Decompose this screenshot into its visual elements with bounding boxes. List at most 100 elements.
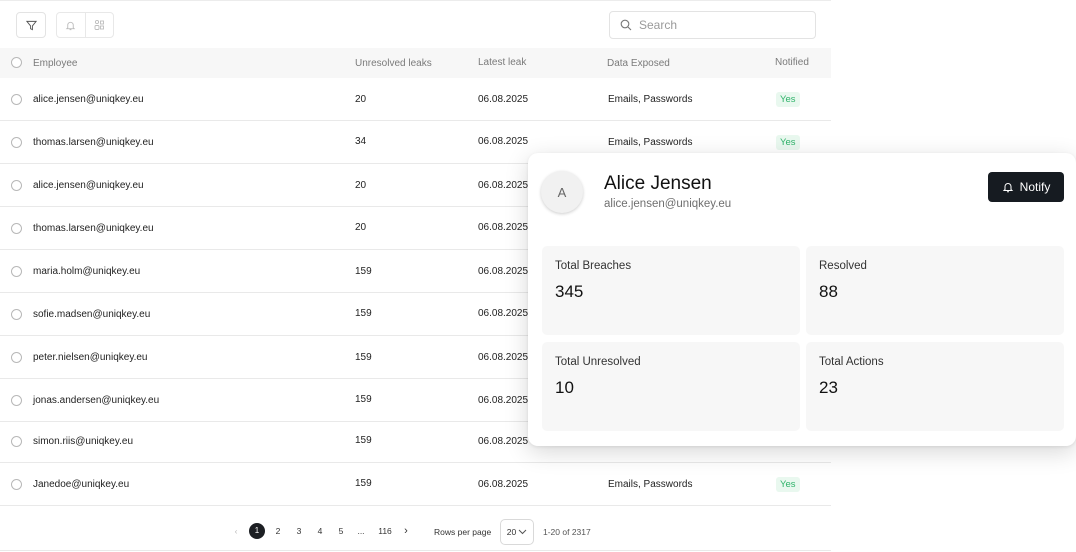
action-button-group [56, 12, 114, 38]
stat-total-unresolved: Total Unresolved 10 [542, 342, 800, 431]
stat-label: Total Breaches [555, 260, 632, 272]
stat-label: Total Actions [819, 356, 884, 368]
search-icon [620, 19, 632, 31]
stat-value: 23 [819, 378, 838, 397]
notify-button[interactable]: Notify [988, 172, 1064, 202]
employee-email: Janedoe@uniqkey.eu [33, 479, 130, 490]
column-header-latest[interactable]: Latest leak [478, 57, 526, 68]
employee-email: simon.riis@uniqkey.eu [33, 436, 134, 447]
avatar: A [541, 171, 583, 213]
stat-label: Resolved [819, 260, 867, 272]
bell-icon [1002, 183, 1013, 193]
row-select-radio[interactable] [11, 180, 22, 191]
latest-leak-date: 06.08.2025 [478, 395, 529, 406]
row-select-radio[interactable] [11, 479, 22, 490]
prev-page-button[interactable]: ‹ [228, 523, 244, 539]
column-header-notified[interactable]: Notified [775, 57, 809, 68]
row-select-radio[interactable] [11, 436, 22, 447]
employee-detail-popover: A Alice Jensen alice.jensen@uniqkey.eu N… [528, 153, 1076, 446]
stat-value: 10 [555, 378, 574, 397]
notify-label: Notify [1019, 180, 1051, 194]
bulk-group-button[interactable] [84, 13, 114, 37]
data-exposed: Emails, Passwords [608, 137, 693, 148]
group-icon [94, 19, 105, 30]
employee-email: maria.holm@uniqkey.eu [33, 266, 141, 277]
unresolved-count: 159 [355, 308, 372, 319]
latest-leak-date: 06.08.2025 [478, 136, 529, 147]
row-select-radio[interactable] [11, 137, 22, 148]
latest-leak-date: 06.08.2025 [478, 479, 529, 490]
page-5-button[interactable]: 5 [333, 523, 349, 539]
data-exposed: Emails, Passwords [608, 94, 693, 105]
filter-button[interactable] [16, 12, 46, 38]
latest-leak-date: 06.08.2025 [478, 222, 529, 233]
employee-email: alice.jensen@uniqkey.eu [33, 180, 144, 191]
bulk-notify-button[interactable] [57, 13, 85, 37]
pagination: ‹ 1 2 3 4 5 ... 116 › Rows per page 20 1… [0, 505, 831, 552]
stat-value: 88 [819, 282, 838, 301]
last-page-button[interactable]: 116 [376, 523, 394, 539]
notified-badge: Yes [776, 92, 800, 107]
row-select-radio[interactable] [11, 309, 22, 320]
data-exposed: Emails, Passwords [608, 479, 693, 490]
employee-name: Alice Jensen [604, 173, 712, 194]
employee-email: thomas.larsen@uniqkey.eu [33, 137, 154, 148]
select-all-radio[interactable] [11, 57, 22, 68]
stat-total-breaches: Total Breaches 345 [542, 246, 800, 335]
divider [0, 550, 831, 551]
latest-leak-date: 06.08.2025 [478, 308, 529, 319]
latest-leak-date: 06.08.2025 [478, 266, 529, 277]
row-select-radio[interactable] [11, 395, 22, 406]
unresolved-count: 159 [355, 266, 372, 277]
stat-resolved: Resolved 88 [806, 246, 1064, 335]
employee-email: alice.jensen@uniqkey.eu [604, 198, 732, 210]
pagination-range: 1-20 of 2317 [543, 527, 591, 537]
unresolved-count: 20 [355, 222, 367, 233]
unresolved-count: 20 [355, 94, 367, 105]
search-box[interactable] [609, 11, 816, 39]
unresolved-count: 159 [355, 352, 372, 363]
latest-leak-date: 06.08.2025 [478, 352, 529, 363]
stat-label: Total Unresolved [555, 356, 641, 368]
employee-email: sofie.madsen@uniqkey.eu [33, 309, 151, 320]
toolbar [0, 0, 831, 48]
column-header-employee[interactable]: Employee [33, 58, 77, 69]
employee-email: thomas.larsen@uniqkey.eu [33, 223, 154, 234]
page-1-button[interactable]: 1 [249, 523, 265, 539]
latest-leak-date: 06.08.2025 [478, 180, 529, 191]
next-page-button[interactable]: › [398, 523, 414, 539]
stat-total-actions: Total Actions 23 [806, 342, 1064, 431]
unresolved-count: 34 [355, 136, 367, 147]
page-4-button[interactable]: 4 [312, 523, 328, 539]
search-input[interactable] [639, 18, 799, 32]
row-select-radio[interactable] [11, 94, 22, 105]
rows-per-page-label: Rows per page [434, 527, 492, 537]
latest-leak-date: 06.08.2025 [478, 94, 529, 105]
unresolved-count: 159 [355, 478, 372, 489]
page-3-button[interactable]: 3 [291, 523, 307, 539]
employee-email: jonas.andersen@uniqkey.eu [33, 395, 160, 406]
unresolved-count: 20 [355, 180, 367, 191]
column-header-exposed[interactable]: Data Exposed [607, 58, 670, 69]
stat-value: 345 [555, 282, 584, 301]
column-header-unresolved[interactable]: Unresolved leaks [355, 58, 432, 69]
table-row[interactable]: Janedoe@uniqkey.eu 159 06.08.2025 Emails… [0, 463, 831, 506]
latest-leak-date: 06.08.2025 [478, 436, 529, 447]
unresolved-count: 159 [355, 394, 372, 405]
rows-per-page-select[interactable]: 20 [500, 519, 534, 545]
table-header: Employee Unresolved leaks Latest leak Da… [0, 48, 831, 78]
row-select-radio[interactable] [11, 223, 22, 234]
row-select-radio[interactable] [11, 266, 22, 277]
unresolved-count: 159 [355, 435, 372, 446]
employee-email: alice.jensen@uniqkey.eu [33, 94, 144, 105]
notified-badge: Yes [776, 135, 800, 150]
bell-icon [65, 21, 76, 30]
filter-icon [25, 20, 37, 30]
notified-badge: Yes [776, 477, 800, 492]
page-2-button[interactable]: 2 [270, 523, 286, 539]
rows-per-page-value: 20 [506, 527, 517, 537]
employee-email: peter.nielsen@uniqkey.eu [33, 352, 148, 363]
table-row[interactable]: alice.jensen@uniqkey.eu 20 06.08.2025 Em… [0, 78, 831, 121]
chevron-down-icon [518, 529, 527, 535]
row-select-radio[interactable] [11, 352, 22, 363]
